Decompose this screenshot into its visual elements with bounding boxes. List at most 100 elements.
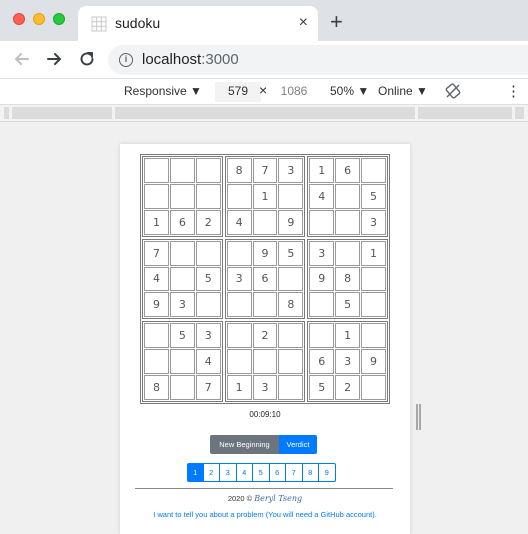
sudoku-cell[interactable]: 3 xyxy=(195,323,221,349)
sudoku-cell[interactable]: 5 xyxy=(309,375,335,400)
sudoku-cell[interactable] xyxy=(226,183,252,209)
page-link[interactable]: 3 xyxy=(220,463,237,482)
sudoku-cell[interactable]: 4 xyxy=(195,349,221,375)
sudoku-cell[interactable]: 6 xyxy=(309,349,335,375)
sudoku-cell[interactable]: 3 xyxy=(309,240,335,266)
sudoku-cell[interactable] xyxy=(226,349,252,375)
sudoku-cell[interactable]: 8 xyxy=(278,292,304,318)
page-link[interactable]: 5 xyxy=(253,463,270,482)
sudoku-cell[interactable]: 9 xyxy=(252,240,278,266)
sudoku-cell[interactable]: 1 xyxy=(226,375,252,400)
sudoku-cell[interactable]: 4 xyxy=(226,209,252,235)
sudoku-cell[interactable] xyxy=(309,323,335,349)
sudoku-cell[interactable] xyxy=(169,183,195,209)
back-arrow-icon[interactable] xyxy=(12,49,32,69)
sudoku-cell[interactable]: 5 xyxy=(195,266,221,292)
sudoku-cell[interactable] xyxy=(309,209,335,235)
sudoku-cell[interactable]: 8 xyxy=(144,375,169,400)
viewport-width-input[interactable]: 579 xyxy=(215,82,261,102)
sudoku-cell[interactable] xyxy=(226,323,252,349)
sudoku-cell[interactable] xyxy=(195,292,221,318)
sudoku-cell[interactable] xyxy=(278,266,304,292)
sudoku-cell[interactable]: 2 xyxy=(252,323,278,349)
sudoku-cell[interactable] xyxy=(195,183,221,209)
sudoku-cell[interactable] xyxy=(361,375,386,400)
sudoku-cell[interactable]: 1 xyxy=(309,158,335,183)
sudoku-cell[interactable]: 3 xyxy=(335,349,361,375)
sudoku-cell[interactable]: 4 xyxy=(309,183,335,209)
sudoku-cell[interactable]: 9 xyxy=(144,292,169,318)
sudoku-cell[interactable] xyxy=(169,349,195,375)
sudoku-cell[interactable] xyxy=(278,323,304,349)
sudoku-cell[interactable]: 2 xyxy=(195,209,221,235)
reload-icon[interactable] xyxy=(77,49,97,69)
sudoku-cell[interactable]: 4 xyxy=(144,266,169,292)
sudoku-cell[interactable]: 6 xyxy=(252,266,278,292)
report-problem-link[interactable]: I want to tell you about a problem (You … xyxy=(120,510,410,519)
sudoku-cell[interactable]: 3 xyxy=(226,266,252,292)
sudoku-cell[interactable] xyxy=(144,183,169,209)
sudoku-cell[interactable]: 3 xyxy=(252,375,278,400)
sudoku-cell[interactable]: 7 xyxy=(144,240,169,266)
minimize-window-button[interactable] xyxy=(33,13,45,25)
rotate-icon[interactable] xyxy=(445,83,461,99)
page-link[interactable]: 6 xyxy=(269,463,286,482)
new-tab-button[interactable]: + xyxy=(330,10,343,34)
sudoku-cell[interactable] xyxy=(195,158,221,183)
page-link[interactable]: 8 xyxy=(302,463,319,482)
sudoku-cell[interactable]: 5 xyxy=(361,183,386,209)
sudoku-cell[interactable] xyxy=(278,349,304,375)
page-link[interactable]: 9 xyxy=(319,463,336,482)
page-link[interactable]: 1 xyxy=(187,463,204,482)
sudoku-cell[interactable]: 3 xyxy=(361,209,386,235)
page-link[interactable]: 4 xyxy=(236,463,253,482)
sudoku-cell[interactable] xyxy=(309,292,335,318)
viewport-height-input[interactable]: 1086 xyxy=(275,82,313,102)
info-icon[interactable]: i xyxy=(119,53,133,67)
sudoku-cell[interactable]: 1 xyxy=(252,183,278,209)
page-link[interactable]: 7 xyxy=(286,463,303,482)
sudoku-cell[interactable]: 6 xyxy=(335,158,361,183)
forward-arrow-icon[interactable] xyxy=(44,49,64,69)
sudoku-cell[interactable]: 9 xyxy=(278,209,304,235)
sudoku-cell[interactable] xyxy=(361,292,386,318)
sudoku-cell[interactable] xyxy=(195,240,221,266)
device-select[interactable]: Responsive ▼ xyxy=(124,84,202,98)
close-window-button[interactable] xyxy=(13,13,25,25)
sudoku-cell[interactable] xyxy=(169,266,195,292)
sudoku-cell[interactable]: 9 xyxy=(361,349,386,375)
sudoku-cell[interactable]: 8 xyxy=(335,266,361,292)
sudoku-cell[interactable] xyxy=(169,375,195,400)
address-bar[interactable]: i localhost:3000 xyxy=(108,45,528,75)
sudoku-cell[interactable] xyxy=(361,266,386,292)
sudoku-cell[interactable]: 8 xyxy=(226,158,252,183)
sudoku-cell[interactable]: 7 xyxy=(195,375,221,400)
sudoku-cell[interactable] xyxy=(169,158,195,183)
new-beginning-button[interactable]: New Beginning xyxy=(210,435,279,454)
zoom-select[interactable]: 50% ▼ xyxy=(330,84,369,98)
sudoku-cell[interactable] xyxy=(361,158,386,183)
browser-tab[interactable]: sudoku × xyxy=(78,6,318,41)
sudoku-cell[interactable]: 3 xyxy=(169,292,195,318)
sudoku-cell[interactable]: 5 xyxy=(169,323,195,349)
sudoku-cell[interactable]: 9 xyxy=(309,266,335,292)
network-throttle-select[interactable]: Online ▼ xyxy=(378,84,428,98)
sudoku-cell[interactable]: 3 xyxy=(278,158,304,183)
sudoku-cell[interactable]: 5 xyxy=(278,240,304,266)
sudoku-cell[interactable] xyxy=(226,292,252,318)
page-link[interactable]: 2 xyxy=(203,463,220,482)
sudoku-cell[interactable] xyxy=(144,323,169,349)
sudoku-cell[interactable] xyxy=(144,349,169,375)
sudoku-cell[interactable] xyxy=(144,158,169,183)
sudoku-cell[interactable] xyxy=(252,349,278,375)
sudoku-cell[interactable] xyxy=(335,209,361,235)
sudoku-cell[interactable] xyxy=(252,292,278,318)
sudoku-cell[interactable] xyxy=(252,209,278,235)
sudoku-cell[interactable] xyxy=(278,375,304,400)
maximize-window-button[interactable] xyxy=(53,13,65,25)
sudoku-cell[interactable] xyxy=(335,240,361,266)
sudoku-cell[interactable] xyxy=(335,183,361,209)
sudoku-cell[interactable] xyxy=(169,240,195,266)
sudoku-cell[interactable]: 2 xyxy=(335,375,361,400)
sudoku-cell[interactable]: 7 xyxy=(252,158,278,183)
